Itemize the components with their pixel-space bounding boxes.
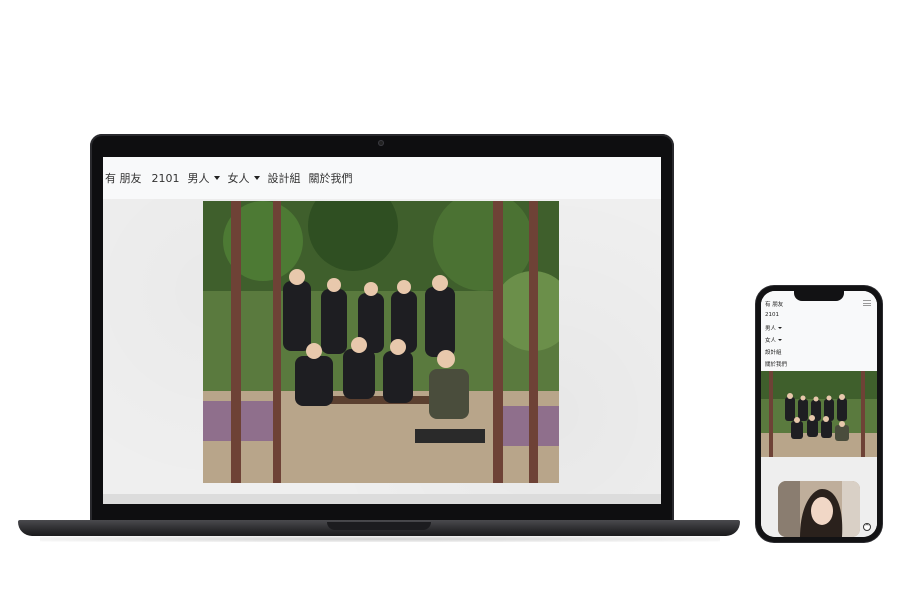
mobile-nav-item-label: 2101 [765, 312, 779, 318]
mobile-nav-item-label: 關於我們 [765, 362, 788, 368]
mobile-nav-item-about-us[interactable]: 關於我們 [765, 360, 787, 368]
mobile-nav-item-men[interactable]: 男人 [765, 324, 783, 332]
page-content [103, 199, 661, 504]
nav-item-label: 關於我們 [308, 172, 353, 185]
nav-item-label: 設計組 [267, 172, 301, 185]
nav-item-label: 男人 [187, 172, 210, 185]
mobile-page-content [761, 371, 877, 537]
phone-notch [794, 291, 844, 301]
laptop-screen: 有 朋友 2101 男人 女人 設計組 關於我們 [103, 157, 661, 504]
nav-item-about-us[interactable]: 關於我們 [309, 170, 353, 186]
mobile-nav-item-label: 女人 [765, 338, 777, 344]
nav-item-men[interactable]: 男人 [188, 170, 220, 186]
mobile-navbar-brand[interactable]: 有 朋友 [765, 300, 783, 308]
scroll-to-top-icon[interactable]: ^ [863, 523, 871, 531]
navbar-brand[interactable]: 有 朋友 [105, 170, 142, 186]
mobile-nav-item-label: 設計組 [765, 350, 782, 356]
laptop-trackpad-notch [327, 522, 431, 530]
page-footer-strip [103, 494, 661, 504]
nav-item-label: 2101 [151, 171, 180, 185]
nav-item-2101[interactable]: 2101 [152, 172, 180, 185]
group-photo [203, 201, 559, 483]
mobile-nav-item-label: 男人 [765, 326, 777, 332]
laptop-camera [378, 140, 384, 146]
caret-down-icon [213, 176, 220, 180]
mobile-nav-item-women[interactable]: 女人 [765, 336, 783, 344]
phone-screen: 有 朋友 2101 男人 女人 設計組 關於我們 ^ [761, 291, 877, 537]
mobile-group-photo [761, 371, 877, 457]
profile-photo-card[interactable] [778, 481, 860, 537]
laptop-device: 有 朋友 2101 男人 女人 設計組 關於我們 [90, 134, 674, 522]
nav-item-women[interactable]: 女人 [228, 170, 260, 186]
phone-device: 有 朋友 2101 男人 女人 設計組 關於我們 ^ [756, 286, 882, 542]
nav-item-label: 女人 [227, 172, 250, 185]
nav-item-design-team[interactable]: 設計組 [268, 170, 301, 186]
mobile-navbar: 有 朋友 2101 男人 女人 設計組 關於我們 [761, 291, 877, 371]
caret-down-icon [253, 176, 260, 180]
caret-down-icon [778, 327, 783, 329]
caret-down-icon [778, 339, 783, 341]
mobile-nav-item-design-team[interactable]: 設計組 [765, 348, 782, 356]
mobile-nav-item-2101[interactable]: 2101 [765, 312, 779, 318]
laptop-shadow [40, 536, 720, 542]
hamburger-icon[interactable] [863, 300, 871, 307]
navbar: 有 朋友 2101 男人 女人 設計組 關於我們 [103, 157, 661, 199]
